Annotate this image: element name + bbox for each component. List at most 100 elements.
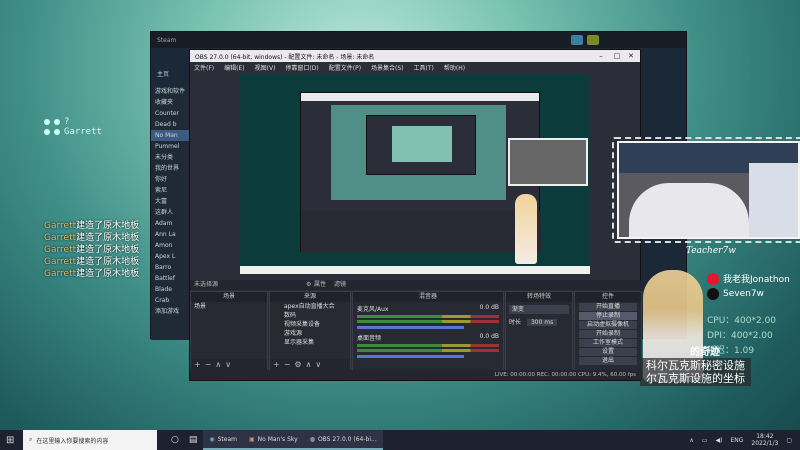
transition-select[interactable]: 渐变 <box>509 305 569 314</box>
gear-icon[interactable]: ⚙ <box>306 280 311 290</box>
steam-nav-home[interactable]: 主页 <box>157 69 169 78</box>
taskbar-app-nms[interactable]: ▣ No Man's Sky <box>243 430 304 450</box>
steam-library-sidebar[interactable]: 游戏和软件 收藏夹 Counter Dead b No Man Pummel 未… <box>151 86 191 340</box>
obs-preview[interactable] <box>240 74 590 274</box>
windows-start-icon[interactable]: ⊞ <box>6 435 14 446</box>
menu-scene-collection[interactable]: 场景集合(S) <box>371 63 404 72</box>
minimize-icon[interactable]: – <box>594 50 608 62</box>
obs-titlebar[interactable]: OBS 27.0.0 (64-bit, windows) - 配置文件: 未命名… <box>190 50 640 62</box>
duration-input[interactable]: 300 ms <box>526 319 558 326</box>
explorer-icon[interactable]: ▤ <box>189 435 198 445</box>
subtitle-line: 尔瓦克斯设施的坐标 <box>646 372 745 385</box>
menu-help[interactable]: 帮助(H) <box>444 63 465 72</box>
scenes-dock-controls[interactable]: +−∧∨ <box>191 359 267 370</box>
obs-status-bar: LIVE: 00:00:00 REC: 00:00:00 CPU: 9.4%, … <box>190 370 642 380</box>
steam-notify-button[interactable] <box>587 35 599 45</box>
steam-game-item[interactable]: 这群人 <box>151 207 191 218</box>
obs-docks: 场景 场景 +−∧∨ 来源 apex自动直播大合 数码 视频采集设备 游戏源 显… <box>190 291 642 371</box>
maximize-icon[interactable]: □ <box>610 50 624 62</box>
preview-nested-obs <box>300 92 541 253</box>
stop-recording-button[interactable]: 停止录制 <box>579 312 637 320</box>
controls-dock-title: 控件 <box>575 292 641 302</box>
steam-titlebar[interactable]: Steam <box>151 32 686 48</box>
steam-game-item[interactable]: Barro <box>151 262 191 273</box>
steam-game-item[interactable]: Battlef <box>151 273 191 284</box>
sources-dock-controls[interactable]: +−⚙∧∨ <box>270 359 350 370</box>
steam-game-item[interactable]: Apex L <box>151 251 191 262</box>
obs-icon: ◍ <box>309 435 315 443</box>
scene-item[interactable]: 场景 <box>191 302 267 311</box>
steam-game-item[interactable]: Crab <box>151 295 191 306</box>
taskbar-search[interactable]: ⌕ 在这里输入你要搜索的内容 <box>23 430 157 450</box>
menu-docks[interactable]: 停靠窗口(D) <box>285 63 318 72</box>
steam-game-item[interactable]: 索尼 <box>151 185 191 196</box>
obs-window[interactable]: OBS 27.0.0 (64-bit, windows) - 配置文件: 未命名… <box>189 49 642 381</box>
steam-game-item[interactable]: Pummel <box>151 141 191 152</box>
menu-tools[interactable]: 工具(T) <box>414 63 434 72</box>
mixer-track-db: 0.0 dB <box>479 333 499 340</box>
filters-button[interactable]: 滤镜 <box>334 280 346 290</box>
menu-view[interactable]: 视图(V) <box>255 63 276 72</box>
subtitle-box: 科尔瓦克斯秘密设施 尔瓦克斯设施的坐标 <box>640 358 751 386</box>
steam-nav-games[interactable]: 游戏和软件 <box>151 86 191 97</box>
source-item[interactable]: 显示器采集 <box>270 338 350 347</box>
source-item[interactable]: 游戏源 <box>270 329 350 338</box>
notification-icon[interactable]: ▢ <box>786 437 792 444</box>
close-icon[interactable]: ✕ <box>624 50 638 62</box>
log-player: Garrett <box>44 221 77 231</box>
mixer-dock-title: 混音器 <box>353 292 503 302</box>
start-recording-button[interactable]: 开始录制 <box>579 330 637 338</box>
preview-vtuber <box>515 194 537 264</box>
taskbar-app-steam[interactable]: ◉ Steam <box>203 430 243 450</box>
exit-button[interactable]: 退出 <box>579 357 637 365</box>
steam-add-game[interactable]: 添加游戏 <box>151 306 191 317</box>
menu-profile[interactable]: 配置文件(P) <box>329 63 361 72</box>
source-item[interactable]: apex自动直播大合 <box>270 302 350 311</box>
task-view-icon[interactable]: ○ <box>171 435 179 445</box>
transitions-dock: 转场特效 渐变 时长 300 ms <box>505 291 573 371</box>
steam-game-item[interactable]: Amon <box>151 240 191 251</box>
volume-slider[interactable] <box>357 355 464 358</box>
clock[interactable]: 18:42 2022/1/3 <box>751 433 778 447</box>
steam-game-item[interactable]: Blade <box>151 284 191 295</box>
steam-game-item[interactable]: 大富 <box>151 196 191 207</box>
chevron-up-icon[interactable]: ∧ <box>689 437 693 444</box>
steam-game-item[interactable]: 我的世界 <box>151 163 191 174</box>
volume-icon[interactable]: ◀) <box>715 437 722 444</box>
douyin-handle: Seven7w <box>723 288 764 299</box>
overlay-highlight: 的奇迹 <box>690 347 720 358</box>
controls-dock: 控件 开始直播 停止录制 启动虚拟摄像机 开始录制 工作室模式 设置 退出 <box>574 291 642 371</box>
source-item[interactable]: 数码 <box>270 311 350 320</box>
steam-game-item[interactable]: 未分类 <box>151 152 191 163</box>
properties-button[interactable]: 属性 <box>314 280 326 290</box>
steam-game-item-selected[interactable]: No Man <box>151 130 191 141</box>
source-item[interactable]: 视频采集设备 <box>270 320 350 329</box>
log-player: Garrett <box>44 269 77 279</box>
source-toolbar: 未选择源 ⚙ 属性 滤镜 <box>190 280 642 290</box>
volume-meter <box>357 349 499 352</box>
network-icon[interactable]: ▭ <box>702 437 708 444</box>
menu-edit[interactable]: 编辑(E) <box>224 63 244 72</box>
weibo-icon <box>707 272 719 285</box>
obs-title: OBS 27.0.0 (64-bit, windows) - 配置文件: 未命名… <box>195 53 375 61</box>
language-indicator[interactable]: ENG <box>730 437 743 444</box>
player-row: ? <box>44 117 102 127</box>
steam-game-item[interactable]: Ann La <box>151 229 191 240</box>
volume-slider[interactable] <box>357 326 464 329</box>
settings-button[interactable]: 设置 <box>579 348 637 356</box>
studio-mode-button[interactable]: 工作室模式 <box>579 339 637 347</box>
steam-game-item[interactable]: 你好 <box>151 174 191 185</box>
steam-game-item[interactable]: Dead b <box>151 119 191 130</box>
steam-game-item[interactable]: Counter <box>151 108 191 119</box>
start-streaming-button[interactable]: 开始直播 <box>579 303 637 311</box>
windows-taskbar: ⊞ ⌕ 在这里输入你要搜索的内容 ○ ▤ ◉ Steam ▣ No Man's … <box>0 430 800 450</box>
start-virtual-camera-button[interactable]: 启动虚拟摄像机 <box>579 321 637 329</box>
douyin-icon <box>707 287 719 300</box>
steam-friends-button[interactable] <box>571 35 583 45</box>
menu-file[interactable]: 文件(F) <box>194 63 214 72</box>
log-entry: Garrett建造了原木地板 <box>44 244 139 256</box>
taskbar-app-obs[interactable]: ◍ OBS 27.0.0 (64-bi... <box>303 430 383 450</box>
steam-game-item[interactable]: Adam <box>151 218 191 229</box>
player-name: ? <box>64 117 70 127</box>
volume-meter <box>357 344 499 347</box>
